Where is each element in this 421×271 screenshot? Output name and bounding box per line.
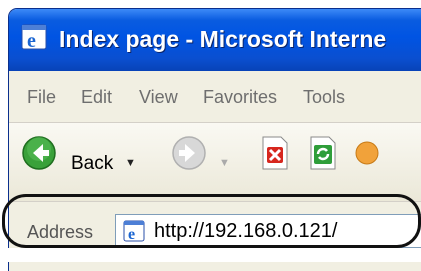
ie-icon: e [21,24,47,52]
browser-window: e Index page - Microsoft Interne File Ed… [8,8,421,271]
back-arrow-icon [22,136,56,170]
page-ie-icon: e [123,220,145,243]
menu-view[interactable]: View [139,85,178,109]
refresh-button[interactable] [307,135,339,171]
back-dropdown-icon[interactable]: ▼ [125,157,136,169]
title-bar[interactable]: e Index page - Microsoft Interne [9,9,421,71]
svg-text:e: e [27,30,36,52]
menu-favorites[interactable]: Favorites [203,85,277,109]
home-button[interactable] [353,135,383,171]
forward-dropdown-icon[interactable]: ▼ [219,157,230,169]
address-label: Address [27,222,94,242]
menu-bar: File Edit View Favorites Tools [9,71,421,123]
forward-arrow-icon [172,136,206,170]
back-button[interactable]: Back ▼ [21,135,141,174]
address-url[interactable]: http://192.168.0.121/ [154,218,338,244]
window-title: Index page - Microsoft Interne [59,26,387,52]
address-field[interactable]: e http://192.168.0.121/ [115,214,421,248]
stop-button[interactable] [259,135,291,171]
svg-text:e: e [128,226,135,243]
back-label: Back [71,153,114,174]
toolbar: Back ▼ ▼ [9,123,421,202]
menu-file[interactable]: File [27,85,56,109]
stop-icon [262,136,288,170]
menu-tools[interactable]: Tools [303,85,345,109]
refresh-icon [310,136,336,170]
home-icon [355,141,379,165]
forward-button[interactable] [171,135,207,171]
menu-edit[interactable]: Edit [81,85,112,109]
page-content-area [0,248,421,262]
